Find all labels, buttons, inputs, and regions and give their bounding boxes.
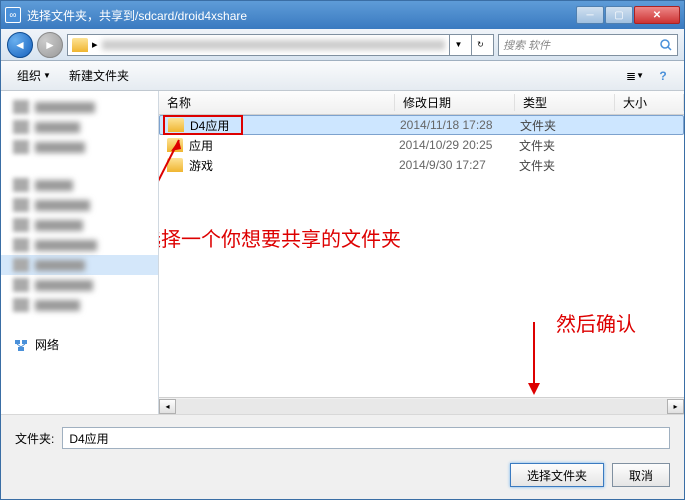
titlebar[interactable]: ∞ 选择文件夹，共享到/sdcard/droid4xshare ─ ▢ ✕ xyxy=(1,1,684,29)
column-date[interactable]: 修改日期 xyxy=(395,94,515,111)
window-title: 选择文件夹，共享到/sdcard/droid4xshare xyxy=(27,7,576,24)
annotation-text-2: 然后确认 xyxy=(556,308,636,337)
folder-name-input[interactable] xyxy=(62,427,670,449)
network-icon xyxy=(13,338,29,352)
folder-icon xyxy=(167,158,183,172)
sidebar: 网络 xyxy=(1,91,159,414)
new-folder-button[interactable]: 新建文件夹 xyxy=(63,65,135,86)
column-size[interactable]: 大小 xyxy=(615,94,684,111)
sidebar-item[interactable] xyxy=(1,275,158,295)
maximize-button[interactable]: ▢ xyxy=(605,6,633,24)
back-button[interactable]: ◄ xyxy=(7,32,33,58)
file-row[interactable]: 游戏 2014/9/30 17:27 文件夹 xyxy=(159,155,684,175)
nav-bar: ◄ ► ▸ ▼ ↻ 搜索 软件 xyxy=(1,29,684,61)
sidebar-item[interactable] xyxy=(1,137,158,157)
search-input[interactable]: 搜索 软件 xyxy=(498,34,678,56)
path-blurred xyxy=(102,40,445,50)
refresh-button[interactable]: ↻ xyxy=(471,34,489,56)
footer: 文件夹: 选择文件夹 取消 xyxy=(1,414,684,499)
forward-button[interactable]: ► xyxy=(37,32,63,58)
folder-icon xyxy=(72,38,88,52)
view-options-button[interactable]: ≣ ▼ xyxy=(624,65,646,87)
organize-menu[interactable]: 组织 ▼ xyxy=(11,65,57,86)
dialog-window: ∞ 选择文件夹，共享到/sdcard/droid4xshare ─ ▢ ✕ ◄ … xyxy=(0,0,685,500)
sidebar-item[interactable] xyxy=(1,175,158,195)
help-button[interactable]: ? xyxy=(652,65,674,87)
minimize-button[interactable]: ─ xyxy=(576,6,604,24)
breadcrumb-dropdown[interactable]: ▼ xyxy=(449,34,467,56)
close-button[interactable]: ✕ xyxy=(634,6,680,24)
breadcrumb[interactable]: ▸ ▼ ↻ xyxy=(67,34,494,56)
sidebar-item[interactable] xyxy=(1,195,158,215)
sidebar-item[interactable] xyxy=(1,235,158,255)
horizontal-scrollbar[interactable]: ◂ ▸ xyxy=(159,397,684,414)
app-icon: ∞ xyxy=(5,7,21,23)
select-folder-button[interactable]: 选择文件夹 xyxy=(510,463,604,487)
sidebar-item[interactable] xyxy=(1,97,158,117)
file-row[interactable]: 应用 2014/10/29 20:25 文件夹 xyxy=(159,135,684,155)
column-headers: 名称 修改日期 类型 大小 xyxy=(159,91,684,115)
file-list[interactable]: D4应用 2014/11/18 17:28 文件夹 应用 2014/10/29 … xyxy=(159,115,684,397)
annotation-text-1: 选择一个你想要共享的文件夹 xyxy=(159,223,401,252)
scroll-left-button[interactable]: ◂ xyxy=(159,399,176,414)
annotation-arrow-2 xyxy=(514,317,554,397)
column-type[interactable]: 类型 xyxy=(515,94,615,111)
annotation-box-1 xyxy=(163,115,243,135)
sidebar-network[interactable]: 网络 xyxy=(1,333,158,356)
sidebar-item[interactable] xyxy=(1,215,158,235)
scroll-right-button[interactable]: ▸ xyxy=(667,399,684,414)
column-name[interactable]: 名称 xyxy=(159,94,395,111)
folder-icon xyxy=(167,138,183,152)
sidebar-item[interactable] xyxy=(1,295,158,315)
scroll-track[interactable] xyxy=(176,399,667,414)
main-panel: 名称 修改日期 类型 大小 D4应用 2014/11/18 17:28 文件夹 … xyxy=(159,91,684,414)
sidebar-item[interactable] xyxy=(1,255,158,275)
cancel-button[interactable]: 取消 xyxy=(612,463,670,487)
folder-label: 文件夹: xyxy=(15,430,54,447)
sidebar-item[interactable] xyxy=(1,117,158,137)
toolbar: 组织 ▼ 新建文件夹 ≣ ▼ ? xyxy=(1,61,684,91)
search-icon xyxy=(659,38,673,52)
